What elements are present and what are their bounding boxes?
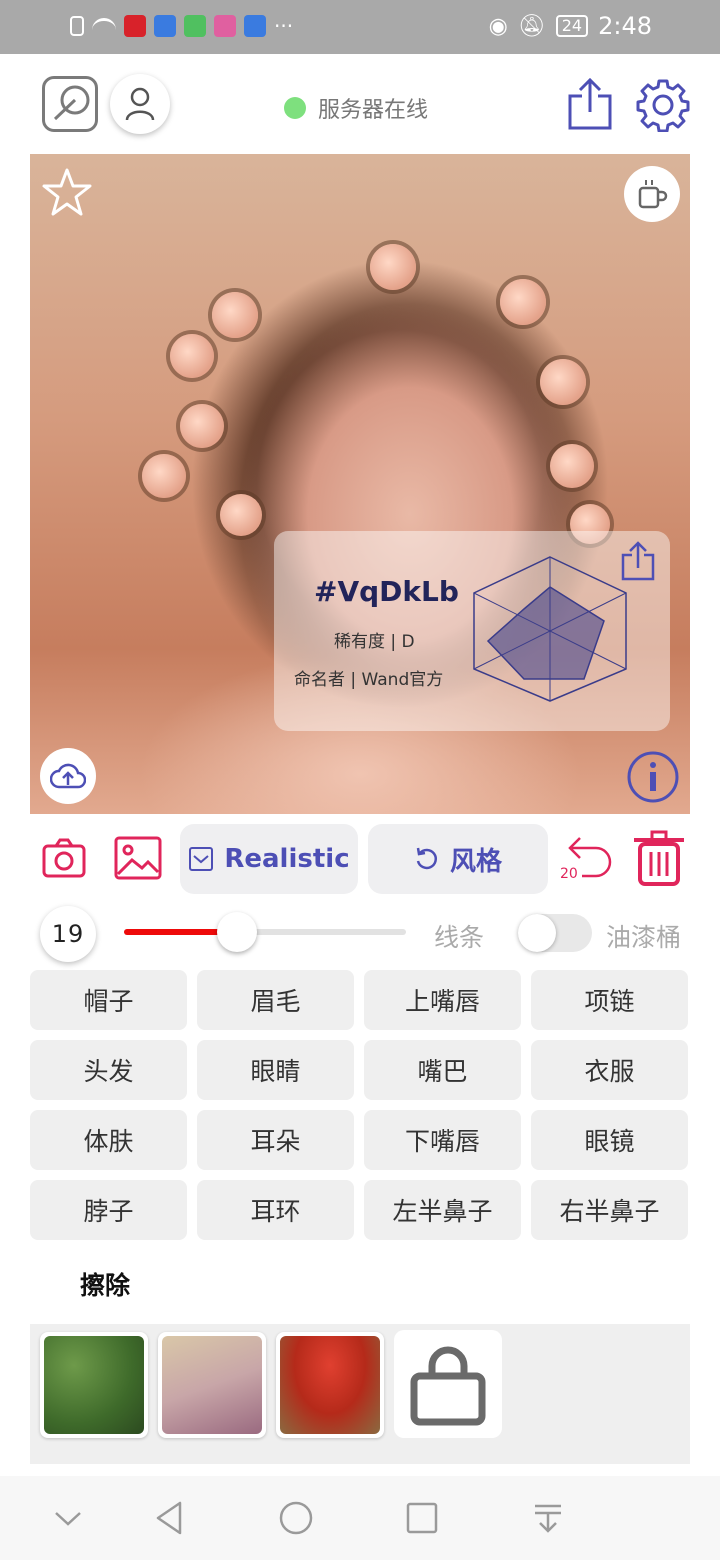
- part-button[interactable]: 眼镜: [531, 1110, 688, 1170]
- checkbox-icon: [189, 847, 214, 871]
- server-status: 服务器在线: [284, 92, 428, 124]
- hair-curl: [170, 334, 214, 378]
- part-button[interactable]: 脖子: [30, 1180, 187, 1240]
- style-thumbnail-strip: [30, 1324, 690, 1464]
- part-button[interactable]: 嘴巴: [364, 1040, 521, 1100]
- gear-icon[interactable]: [636, 78, 690, 132]
- battery-indicator: 24: [555, 15, 589, 37]
- hair-curl: [370, 244, 416, 290]
- artwork-namer: 命名者 | Wand官方: [294, 670, 444, 690]
- user-icon: [125, 87, 155, 121]
- upload-button[interactable]: [40, 748, 96, 804]
- mode-label: Realistic: [224, 844, 350, 874]
- status-bar: ··· ◉ 🔕︎ 24 2:48: [0, 0, 720, 54]
- info-icon[interactable]: [626, 750, 680, 804]
- mode-button[interactable]: Realistic: [180, 824, 358, 894]
- more-notifications-icon: ···: [274, 14, 294, 38]
- part-button[interactable]: 眼睛: [197, 1040, 354, 1100]
- artwork-info-card: #VqDkLb 稀有度 | D 命名者 | Wand官方: [274, 531, 670, 731]
- style-label: 风格: [449, 846, 502, 877]
- part-button[interactable]: 头发: [30, 1040, 187, 1100]
- erase-button[interactable]: 擦除: [80, 1266, 130, 1302]
- part-button[interactable]: 下嘴唇: [364, 1110, 521, 1170]
- style-preview-image: [280, 1336, 380, 1434]
- artwork-canvas[interactable]: #VqDkLb 稀有度 | D 命名者 | Wand官方: [30, 154, 690, 814]
- camera-icon[interactable]: [42, 838, 86, 878]
- paint-bucket-toggle[interactable]: [518, 914, 592, 952]
- app-notification-icon: [154, 15, 176, 37]
- shop-button[interactable]: [394, 1330, 502, 1438]
- coffee-button[interactable]: [624, 166, 680, 222]
- hair-curl: [212, 292, 258, 338]
- toggle-knob: [518, 914, 556, 952]
- status-right: ◉ 🔕︎ 24 2:48: [489, 12, 652, 40]
- part-button[interactable]: 耳环: [197, 1180, 354, 1240]
- coffee-icon: [638, 180, 668, 209]
- undo-count: 20: [560, 866, 578, 882]
- recents-icon[interactable]: [402, 1498, 442, 1538]
- top-bar: 服务器在线: [0, 54, 720, 154]
- gallery-icon[interactable]: [114, 836, 162, 880]
- server-status-label: 服务器在线: [318, 98, 429, 123]
- back-icon[interactable]: [150, 1498, 190, 1538]
- trash-icon[interactable]: [632, 830, 686, 886]
- part-button[interactable]: 项链: [531, 970, 688, 1030]
- paint-bucket-label: 油漆桶: [606, 923, 682, 952]
- share-icon[interactable]: [566, 78, 614, 130]
- part-button[interactable]: 耳朵: [197, 1110, 354, 1170]
- part-button[interactable]: 上嘴唇: [364, 970, 521, 1030]
- style-preview-image: [162, 1336, 262, 1434]
- hair-curl: [500, 279, 546, 325]
- style-button[interactable]: 风格: [368, 824, 548, 894]
- user-button[interactable]: [110, 74, 170, 134]
- notification-icons: ···: [70, 14, 293, 38]
- system-nav-bar: [0, 1476, 720, 1560]
- hair-curl: [180, 404, 224, 448]
- home-icon[interactable]: [276, 1498, 316, 1538]
- line-mode-label: 线条: [434, 923, 485, 952]
- brush-size-slider[interactable]: [124, 912, 406, 952]
- edit-button[interactable]: [42, 76, 98, 132]
- music-app-icon: [244, 15, 266, 37]
- part-button[interactable]: 右半鼻子: [531, 1180, 688, 1240]
- artwork-id: #VqDkLb: [314, 575, 459, 608]
- hide-nav-icon[interactable]: [48, 1498, 88, 1538]
- mute-icon: 🔕︎: [517, 13, 546, 39]
- part-grid: 帽子 眉毛 上嘴唇 项链 头发 眼睛 嘴巴 衣服 体肤 耳朵 下嘴唇 眼镜 脖子…: [30, 970, 690, 1240]
- server-status-dot: [284, 97, 306, 119]
- style-thumbnail[interactable]: [158, 1332, 266, 1438]
- artwork-rarity: 稀有度 | D: [334, 632, 415, 652]
- part-button[interactable]: 眉毛: [197, 970, 354, 1030]
- hair-curl: [142, 454, 186, 498]
- part-button[interactable]: 左半鼻子: [364, 1180, 521, 1240]
- hair-curl: [220, 494, 262, 536]
- hair-curl: [540, 359, 586, 405]
- hair-curl: [550, 444, 594, 488]
- wifi-icon: [92, 18, 116, 34]
- clock: 2:48: [598, 12, 652, 40]
- alert-icon: [70, 16, 84, 36]
- app-notification-icon: [214, 15, 236, 37]
- cloud-upload-icon: [50, 763, 86, 789]
- brush-size-badge: 19: [40, 906, 96, 962]
- style-thumbnail[interactable]: [276, 1332, 384, 1438]
- slider-thumb[interactable]: [216, 912, 257, 952]
- edit-icon: [53, 85, 90, 121]
- style-preview-image: [44, 1336, 144, 1434]
- part-button[interactable]: 衣服: [531, 1040, 688, 1100]
- part-button[interactable]: 帽子: [30, 970, 187, 1030]
- rarity-radar-chart: [473, 556, 627, 702]
- eye-comfort-icon: ◉: [488, 13, 508, 39]
- notification-pull-icon[interactable]: [528, 1498, 568, 1538]
- refresh-icon: [416, 847, 437, 870]
- part-button[interactable]: 体肤: [30, 1110, 187, 1170]
- style-thumbnail[interactable]: [40, 1332, 148, 1438]
- star-icon[interactable]: [40, 166, 94, 220]
- app-notification-icon: [124, 15, 146, 37]
- app-notification-icon: [184, 15, 206, 37]
- shopping-bag-icon: [410, 1346, 486, 1426]
